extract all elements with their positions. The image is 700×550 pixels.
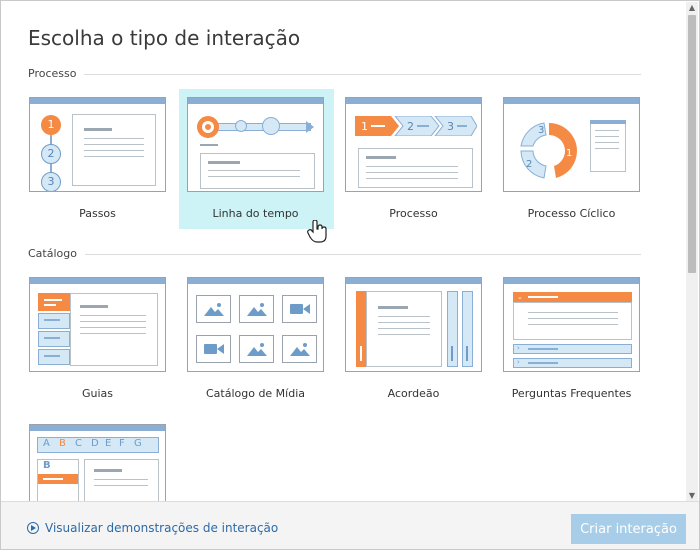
tile-acordeao[interactable]: Acordeão (345, 277, 500, 404)
section-divider (28, 74, 641, 75)
scrollbar-thumb[interactable] (688, 15, 696, 273)
section-processo: Processo (28, 67, 641, 81)
svg-text:3: 3 (538, 125, 544, 136)
tile-label: Acordeão (387, 387, 440, 400)
timeline-thumbnail (187, 97, 324, 192)
tile-catalogo-de-midia[interactable]: Catálogo de Mídia (187, 277, 342, 404)
tile-label: Catálogo de Mídia (205, 387, 306, 400)
step-2-icon: 2 (41, 144, 61, 164)
view-demos-label: Visualizar demonstrações de interação (45, 521, 279, 535)
processo-thumbnail: 1 2 3 (345, 97, 482, 192)
svg-text:1: 1 (361, 120, 368, 133)
guias-thumbnail (29, 277, 166, 372)
step-1-icon: 1 (41, 115, 61, 135)
tile-label: Guias (81, 387, 114, 400)
interaction-dialog: Escolha o tipo de interação Processo 1 2… (0, 0, 700, 550)
hand-cursor-icon (307, 220, 327, 243)
faq-thumbnail: ⌄ › › (503, 277, 640, 372)
svg-text:1: 1 (566, 148, 572, 159)
glossary-letter: C (75, 438, 82, 449)
svg-text:2: 2 (407, 120, 414, 133)
tile-label: Linha do tempo (212, 207, 299, 220)
svg-text:3: 3 (447, 120, 454, 133)
section-label: Processo (28, 67, 85, 80)
tile-linha-do-tempo[interactable]: Linha do tempo (179, 89, 334, 243)
video-icon (290, 304, 310, 314)
glossary-letter: G (134, 438, 142, 449)
section-divider (28, 254, 641, 255)
tile-label: Processo (389, 207, 438, 220)
section-label: Catálogo (28, 247, 85, 260)
play-circle-icon (27, 522, 39, 534)
accordion-thumbnail (345, 277, 482, 372)
tile-glossario[interactable]: A B C D E F G B (29, 424, 184, 501)
step-3-icon: 3 (41, 172, 61, 191)
svg-text:2: 2 (526, 159, 532, 170)
glossary-thumbnail: A B C D E F G B (29, 424, 166, 501)
glossary-letter: E (105, 438, 112, 449)
image-icon (290, 343, 310, 356)
glossary-letter: D (91, 438, 99, 449)
create-interaction-button[interactable]: Criar interação (571, 514, 686, 544)
tile-processo[interactable]: 1 2 3 Processo (345, 97, 500, 224)
tile-passos[interactable]: 1 2 3 Passos (29, 97, 184, 224)
dialog-title: Escolha o tipo de interação (28, 26, 301, 50)
process-arrows: 1 2 3 (355, 116, 477, 136)
passos-thumbnail: 1 2 3 (29, 97, 166, 192)
tile-guias[interactable]: Guias (29, 277, 184, 404)
tile-label: Perguntas Frequentes (511, 387, 632, 400)
glossary-letter-selected: B (59, 438, 66, 449)
section-catalogo: Catálogo (28, 247, 641, 261)
image-icon (247, 343, 267, 356)
tile-processo-ciclico[interactable]: 1 2 3 Processo Cíclico (503, 97, 658, 224)
tile-perguntas-frequentes[interactable]: ⌄ › › Perguntas Frequentes (503, 277, 658, 404)
video-icon (204, 344, 224, 354)
glossary-section-letter: B (43, 460, 51, 471)
dialog-footer: Visualizar demonstrações de interação Cr… (1, 501, 699, 549)
view-demos-link[interactable]: Visualizar demonstrações de interação (27, 521, 278, 535)
tile-label: Passos (79, 207, 116, 220)
cycle-diagram: 1 2 3 (520, 122, 577, 179)
vertical-scrollbar[interactable]: ▲ ▼ (686, 2, 698, 502)
glossary-letter: F (119, 438, 125, 449)
image-icon (204, 303, 224, 316)
media-catalog-thumbnail (187, 277, 324, 372)
cyclic-thumbnail: 1 2 3 (503, 97, 640, 192)
tile-label: Processo Cíclico (527, 207, 616, 220)
glossary-letter: A (43, 438, 50, 449)
scroll-up-icon[interactable]: ▲ (686, 2, 698, 14)
image-icon (247, 303, 267, 316)
